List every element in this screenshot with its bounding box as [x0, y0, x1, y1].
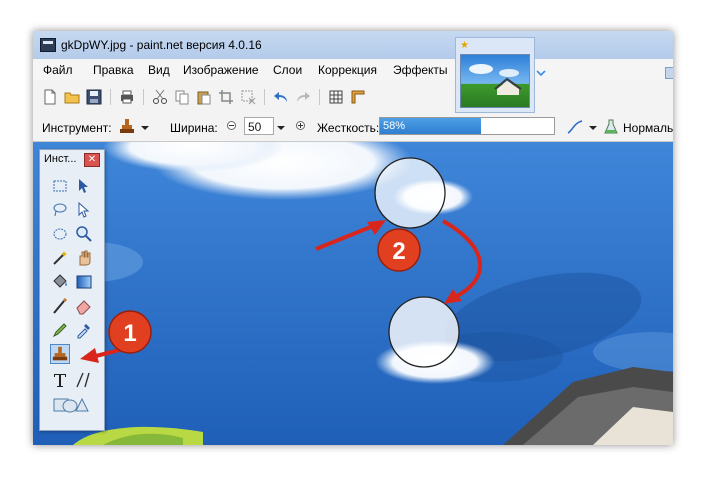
image-canvas[interactable] — [33, 142, 673, 445]
rectangle-select-icon — [53, 180, 67, 192]
move-selection-outline-icon — [78, 201, 90, 218]
save-icon[interactable] — [86, 89, 102, 105]
blend-mode-icon[interactable] — [604, 119, 618, 135]
tools-panel-close-button[interactable]: ✕ — [84, 153, 100, 167]
copy-icon[interactable] — [174, 89, 190, 105]
line-curve-tool[interactable] — [74, 370, 94, 390]
width-decrease-button[interactable] — [227, 121, 236, 130]
move-selection-icon — [79, 179, 88, 193]
tools-panel-title: Инст... — [44, 153, 77, 165]
open-file-icon[interactable] — [64, 89, 80, 105]
undo-icon[interactable] — [273, 89, 289, 105]
move-selection-tool[interactable] — [74, 200, 94, 220]
pencil-icon — [52, 323, 67, 338]
text-tool[interactable] — [50, 370, 70, 390]
eraser-icon — [76, 300, 91, 315]
toolbar-separator — [264, 89, 265, 105]
title-bar: gkDpWY.jpg - paint.net версия 4.0.16 — [33, 31, 673, 60]
lasso-icon — [53, 203, 67, 217]
tool-dropdown-arrow[interactable] — [141, 126, 149, 130]
tools-panel: Инст... ✕ — [39, 149, 105, 431]
clone-stamp-tool[interactable] — [50, 344, 70, 364]
paintbrush-tool[interactable] — [50, 296, 70, 316]
pencil-tool[interactable] — [50, 320, 70, 340]
magic-wand-icon — [53, 251, 67, 265]
blend-mode-label: Нормаль — [623, 121, 673, 135]
menu-adjustments[interactable]: Коррекция — [318, 63, 377, 77]
image-list-chevron-icon[interactable] — [536, 69, 546, 77]
image-thumbnail[interactable] — [460, 54, 530, 108]
shapes-icon — [53, 397, 89, 413]
paintbrush-icon — [53, 297, 68, 314]
paint-bucket-icon — [53, 274, 67, 288]
toolbar-separator — [110, 89, 111, 105]
menu-effects[interactable]: Эффекты — [393, 63, 448, 77]
window-scroll-button[interactable] — [665, 67, 673, 79]
menu-file[interactable]: Файл — [43, 63, 73, 77]
thumbnail-picture — [469, 64, 522, 95]
eyedropper-icon — [77, 324, 90, 339]
pan-tool[interactable] — [74, 248, 94, 268]
grid-icon[interactable] — [328, 89, 344, 105]
window-title: gkDpWY.jpg - paint.net версия 4.0.16 — [61, 38, 262, 52]
paste-icon[interactable] — [196, 89, 212, 105]
star-icon: ★ — [460, 40, 469, 51]
paint-bucket-tool[interactable] — [50, 272, 70, 292]
width-increase-button[interactable] — [296, 121, 305, 130]
tool-label: Инструмент: — [42, 121, 112, 135]
hardness-value: 58% — [383, 120, 406, 132]
menu-layers[interactable]: Слои — [273, 63, 302, 77]
magic-wand-tool[interactable] — [50, 248, 70, 268]
line-curve-icon — [76, 372, 90, 388]
clone-stamp-tool-icon — [52, 346, 68, 361]
ellipse-select-icon — [53, 228, 67, 240]
eraser-tool[interactable] — [74, 296, 94, 316]
menu-bar: Файл Правка Вид Изображение Слои Коррекц… — [33, 59, 673, 81]
cut-icon[interactable] — [152, 89, 168, 105]
width-label: Ширина: — [170, 121, 218, 135]
antialiasing-icon[interactable] — [566, 119, 584, 135]
ruler-icon[interactable] — [350, 89, 366, 105]
lasso-select-tool[interactable] — [50, 200, 70, 220]
move-selected-tool[interactable] — [74, 176, 94, 196]
menu-edit[interactable]: Правка — [93, 63, 134, 77]
redo-icon[interactable] — [295, 89, 311, 105]
deselect-icon[interactable] — [240, 89, 256, 105]
brush-width-input[interactable]: 50 — [244, 117, 274, 135]
ellipse-select-tool[interactable] — [50, 224, 70, 244]
app-icon — [40, 38, 56, 52]
gradient-icon — [76, 275, 92, 289]
toolbar-separator — [143, 89, 144, 105]
screenshot-frame: gkDpWY.jpg - paint.net версия 4.0.16 Фай… — [33, 31, 673, 445]
hardness-slider[interactable]: 58% — [379, 117, 555, 135]
zoom-tool[interactable] — [74, 224, 94, 244]
toolbar-separator — [319, 89, 320, 105]
menu-view[interactable]: Вид — [148, 63, 170, 77]
magnifier-icon — [76, 226, 92, 242]
clone-stamp-icon[interactable] — [119, 118, 135, 136]
tool-options-bar: Инструмент: Ширина: 50 Жесткость: 58% Но… — [33, 113, 673, 142]
text-icon — [54, 374, 66, 387]
canvas-picture — [33, 142, 673, 445]
print-icon[interactable] — [119, 89, 135, 105]
antialiasing-dropdown-arrow[interactable] — [589, 126, 597, 130]
crop-icon[interactable] — [218, 89, 234, 105]
rectangle-select-tool[interactable] — [50, 176, 70, 196]
width-dropdown-arrow[interactable] — [277, 126, 285, 130]
color-picker-tool[interactable] — [74, 320, 94, 340]
menu-image[interactable]: Изображение — [183, 63, 259, 77]
gradient-tool[interactable] — [74, 272, 94, 292]
image-tab-panel: ★ — [455, 37, 535, 113]
new-file-icon[interactable] — [42, 89, 58, 105]
hand-icon — [79, 250, 91, 266]
shapes-tool[interactable] — [50, 394, 96, 414]
hardness-label: Жесткость: — [317, 121, 380, 135]
main-toolbar — [33, 81, 673, 114]
